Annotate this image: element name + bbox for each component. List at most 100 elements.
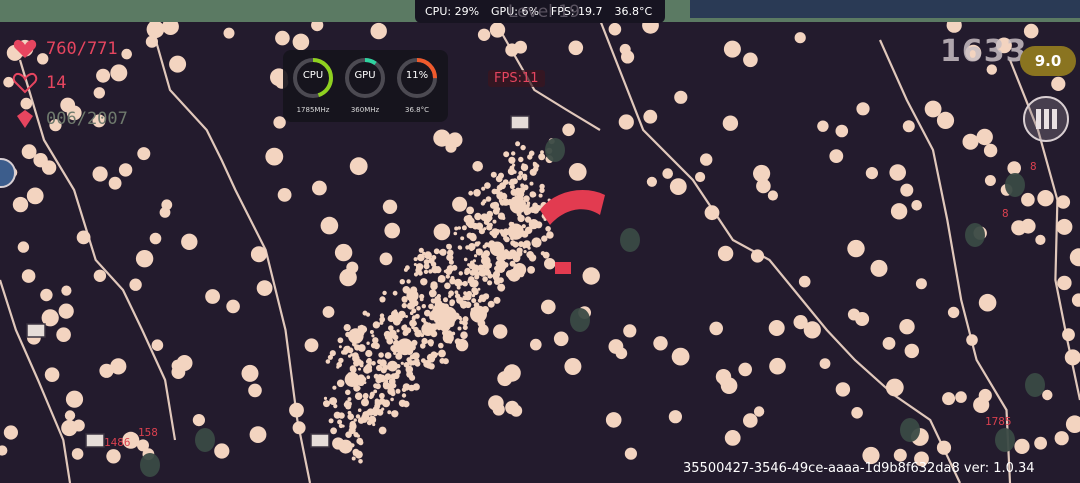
projectile-swarm-particle (500, 230, 508, 238)
projectile-swarm-particle (387, 333, 394, 340)
projectile-orb (514, 40, 527, 54)
projectile-orb (936, 440, 952, 455)
projectile-orb (396, 338, 414, 356)
projectile-swarm-particle (473, 189, 481, 197)
projectile-swarm-particle (379, 392, 385, 399)
projectile-orb (433, 129, 451, 147)
projectile-swarm-particle (393, 309, 398, 314)
projectile-orb (978, 388, 992, 403)
projectile-orb (384, 222, 401, 239)
projectile-swarm-particle (433, 248, 440, 255)
projectile-orb (753, 164, 771, 183)
projectile-swarm-particle (366, 341, 370, 345)
enemy-sprite (140, 453, 160, 477)
projectile-orb (890, 203, 908, 220)
projectile-swarm-particle (398, 399, 407, 407)
projectile-swarm-particle (352, 352, 359, 359)
projectile-swarm-particle (375, 383, 381, 390)
projectile-orb (1056, 195, 1071, 209)
projectile-swarm-particle (345, 431, 352, 439)
projectile-swarm-particle (421, 358, 426, 363)
projectile-orb (978, 293, 997, 312)
projectile-orb (58, 303, 74, 319)
projectile-swarm-particle (420, 343, 426, 349)
projectile-swarm-particle (370, 342, 377, 349)
projectile-orb (106, 449, 121, 464)
gauge-label: 11% (405, 70, 429, 81)
projectile-swarm-particle (466, 290, 473, 297)
kill-badge: 9.0 (1020, 46, 1076, 76)
projectile-swarm-particle (478, 294, 486, 301)
projectile-swarm-particle (531, 192, 537, 198)
projectile-orb (899, 319, 915, 335)
projectile-swarm-particle (459, 320, 464, 325)
gauge-label: GPU (354, 70, 376, 81)
projectile-orb (379, 252, 393, 266)
projectile-orb (151, 339, 164, 352)
projectile-swarm-particle (496, 184, 503, 191)
projectile-orb (129, 278, 142, 291)
projectile-swarm-particle (502, 179, 509, 186)
enemy-sprite (1005, 173, 1025, 197)
projectile-orb (76, 230, 91, 245)
projectile-swarm-particle (347, 413, 355, 421)
projectile-swarm-particle (366, 420, 373, 426)
projectile-swarm-particle (413, 257, 418, 262)
projectile-swarm-particle (466, 206, 474, 215)
projectile-swarm-particle (465, 219, 473, 227)
projectile-swarm-particle (384, 373, 392, 380)
projectile-swarm-particle (532, 202, 538, 209)
projectile-orb (99, 363, 114, 378)
projectile-swarm-particle (356, 437, 364, 445)
projectile-orb (489, 241, 505, 257)
projectile-swarm-particle (405, 365, 414, 374)
projectile-swarm-particle (492, 207, 500, 215)
game-viewport[interactable]: CPU: 29% GPU: 6% FPS: 19.7 36.8°C Level … (0, 0, 1080, 483)
projectile-swarm-particle (369, 330, 374, 334)
projectile-swarm-particle (395, 369, 401, 375)
projectile-orb (942, 392, 956, 406)
projectile-swarm-particle (355, 414, 361, 419)
projectile-swarm-particle (333, 411, 341, 419)
lightning-bolt (598, 19, 961, 483)
projectile-swarm-particle (393, 317, 398, 323)
projectile-orb (171, 359, 184, 372)
projectile-swarm-particle (439, 358, 446, 364)
projectile-swarm-particle (492, 219, 497, 224)
projectile-orb (646, 176, 658, 187)
projectile-swarm-particle (323, 400, 330, 408)
projectile-orb (0, 445, 8, 456)
projectile-orb (976, 128, 993, 146)
projectile-swarm-particle (365, 359, 371, 364)
projectile-orb (64, 410, 76, 421)
damage-number: 158 (138, 426, 158, 439)
projectile-swarm-particle (515, 141, 521, 147)
temperature-readout: 36.8°C (614, 5, 653, 18)
xp-value: 006/2007 (46, 109, 128, 129)
projectile-swarm-particle (524, 211, 529, 216)
projectile-swarm-particle (484, 215, 492, 223)
pause-button[interactable] (1023, 96, 1069, 142)
projectile-orb (513, 263, 527, 277)
projectile-orb (192, 414, 205, 427)
projectile-swarm-particle (508, 156, 516, 164)
gem-icon (17, 110, 33, 128)
projectile-swarm-particle (415, 267, 422, 274)
projectile-swarm-particle (522, 245, 526, 249)
projectile-swarm-particle (372, 337, 379, 344)
projectile-orb (769, 357, 786, 375)
projectile-orb (984, 175, 996, 186)
projectile-swarm-particle (469, 269, 476, 276)
projectile-orb (624, 447, 638, 460)
projectile-swarm-particle (466, 232, 473, 239)
projectile-swarm-particle (401, 393, 407, 398)
projectile-swarm-particle (474, 274, 480, 280)
projectile-swarm-particle (462, 295, 468, 301)
projectile-swarm-particle (499, 200, 506, 206)
projectile-swarm-particle (337, 337, 344, 344)
projectile-orb (493, 324, 508, 339)
projectile-swarm-particle (542, 251, 550, 259)
projectile-swarm-particle (371, 361, 376, 366)
projectile-orb (452, 196, 468, 212)
projectile-orb (477, 324, 489, 336)
